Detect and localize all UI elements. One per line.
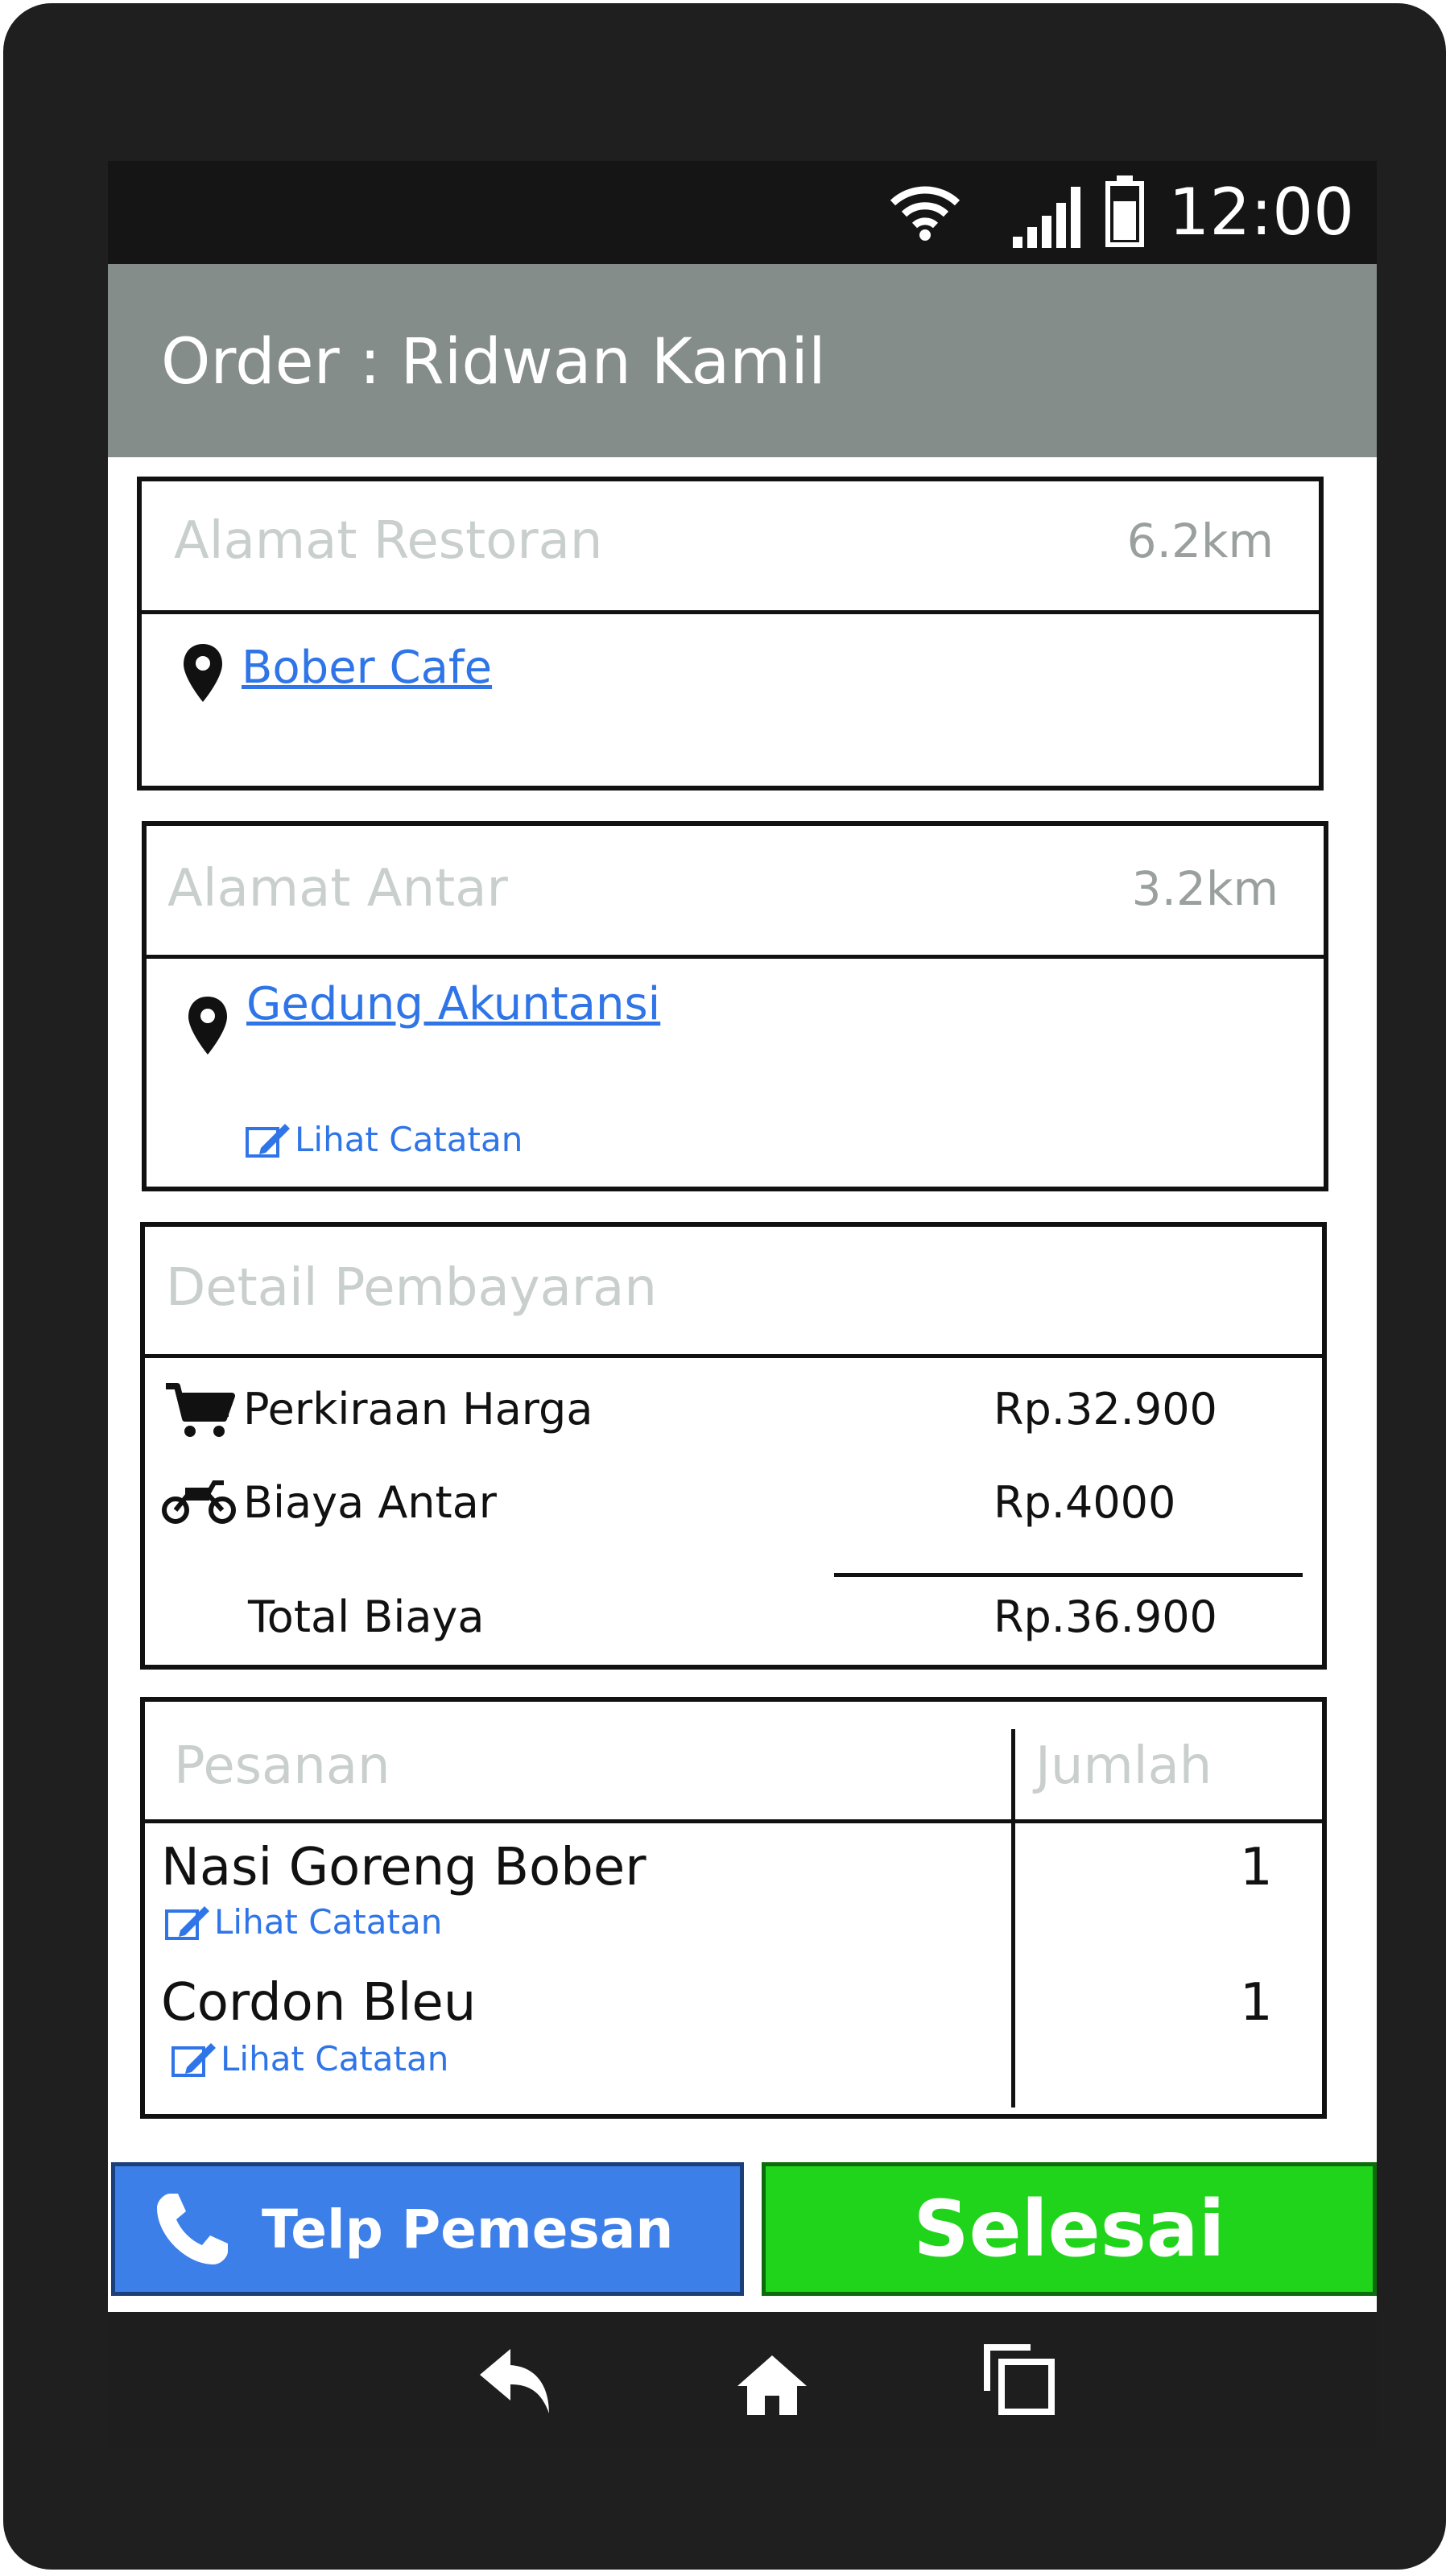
sum-divider	[834, 1573, 1303, 1577]
divider	[147, 955, 1325, 959]
page-title: Order : Ridwan Kamil	[161, 326, 826, 398]
call-customer-label: Telp Pemesan	[262, 2198, 674, 2260]
order-item-note-label: Lihat Catatan	[214, 1902, 443, 1942]
motorcycle-icon	[162, 1480, 236, 1524]
divider	[145, 1354, 1324, 1358]
divider	[142, 610, 1320, 614]
delivery-address-card: Alamat Antar 3.2km Gedung Akuntansi Liha…	[142, 821, 1328, 1191]
total-value: Rp.36.900	[994, 1591, 1217, 1642]
phone-screen: 12:00 Order : Ridwan Kamil Alamat Restor…	[108, 161, 1377, 2447]
location-pin-icon	[188, 997, 227, 1055]
payment-detail-card: Detail Pembayaran Perkiraan Harga Rp.32.…	[140, 1222, 1327, 1670]
home-icon[interactable]	[734, 2352, 810, 2417]
phone-icon	[157, 2194, 228, 2264]
total-label: Total Biaya	[248, 1591, 485, 1642]
call-customer-button[interactable]: Telp Pemesan	[111, 2162, 744, 2296]
delivery-fee-label: Biaya Antar	[243, 1477, 497, 1528]
divider	[145, 1819, 1324, 1823]
navigation-bar	[108, 2312, 1377, 2447]
delivery-note-link[interactable]: Lihat Catatan	[245, 1117, 523, 1162]
wifi-icon	[890, 186, 960, 241]
status-time: 12:00	[1168, 175, 1354, 250]
order-list-card: Pesanan Jumlah Nasi Goreng Bober 1 Lihat…	[140, 1697, 1327, 2119]
signal-icon	[1013, 187, 1080, 248]
column-divider	[1011, 1729, 1015, 2107]
order-item-name: Cordon Bleu	[161, 1973, 477, 2033]
restaurant-name-link[interactable]: Bober Cafe	[242, 639, 492, 697]
delivery-address-label: Alamat Antar	[167, 859, 508, 919]
quantity-column-label: Jumlah	[1035, 1736, 1212, 1796]
restaurant-address-card: Alamat Restoran 6.2km Bober Cafe	[137, 477, 1324, 791]
edit-note-icon	[246, 1124, 290, 1158]
location-pin-icon	[184, 644, 222, 702]
order-list-label: Pesanan	[174, 1736, 390, 1796]
phone-frame: 12:00 Order : Ridwan Kamil Alamat Restor…	[3, 3, 1446, 2570]
battery-icon	[1105, 175, 1144, 247]
order-item-name: Nasi Goreng Bober	[161, 1838, 647, 1897]
delivery-fee-value: Rp.4000	[994, 1477, 1176, 1528]
delivery-distance: 3.2km	[1131, 861, 1279, 916]
payment-detail-label: Detail Pembayaran	[166, 1258, 657, 1318]
app-header: Order : Ridwan Kamil	[108, 264, 1377, 457]
order-item-quantity: 1	[1240, 1838, 1273, 1897]
finish-order-button[interactable]: Selesai	[762, 2162, 1377, 2296]
estimated-price-value: Rp.32.900	[994, 1384, 1217, 1435]
edit-note-icon	[171, 2043, 216, 2077]
edit-note-icon	[165, 1906, 209, 1940]
order-item-note-link[interactable]: Lihat Catatan	[164, 1900, 442, 1945]
cart-icon	[166, 1383, 235, 1437]
order-item-note-link[interactable]: Lihat Catatan	[171, 2037, 448, 2082]
estimated-price-label: Perkiraan Harga	[243, 1384, 593, 1435]
recent-apps-icon[interactable]	[981, 2341, 1058, 2418]
order-item-note-label: Lihat Catatan	[221, 2039, 449, 2079]
delivery-note-label: Lihat Catatan	[295, 1120, 523, 1159]
order-item-quantity: 1	[1240, 1973, 1273, 2033]
delivery-address-link[interactable]: Gedung Akuntansi	[246, 976, 660, 1034]
status-bar: 12:00	[108, 161, 1377, 264]
restaurant-address-label: Alamat Restoran	[174, 511, 603, 571]
restaurant-distance: 6.2km	[1126, 514, 1274, 568]
back-icon[interactable]	[475, 2344, 556, 2418]
